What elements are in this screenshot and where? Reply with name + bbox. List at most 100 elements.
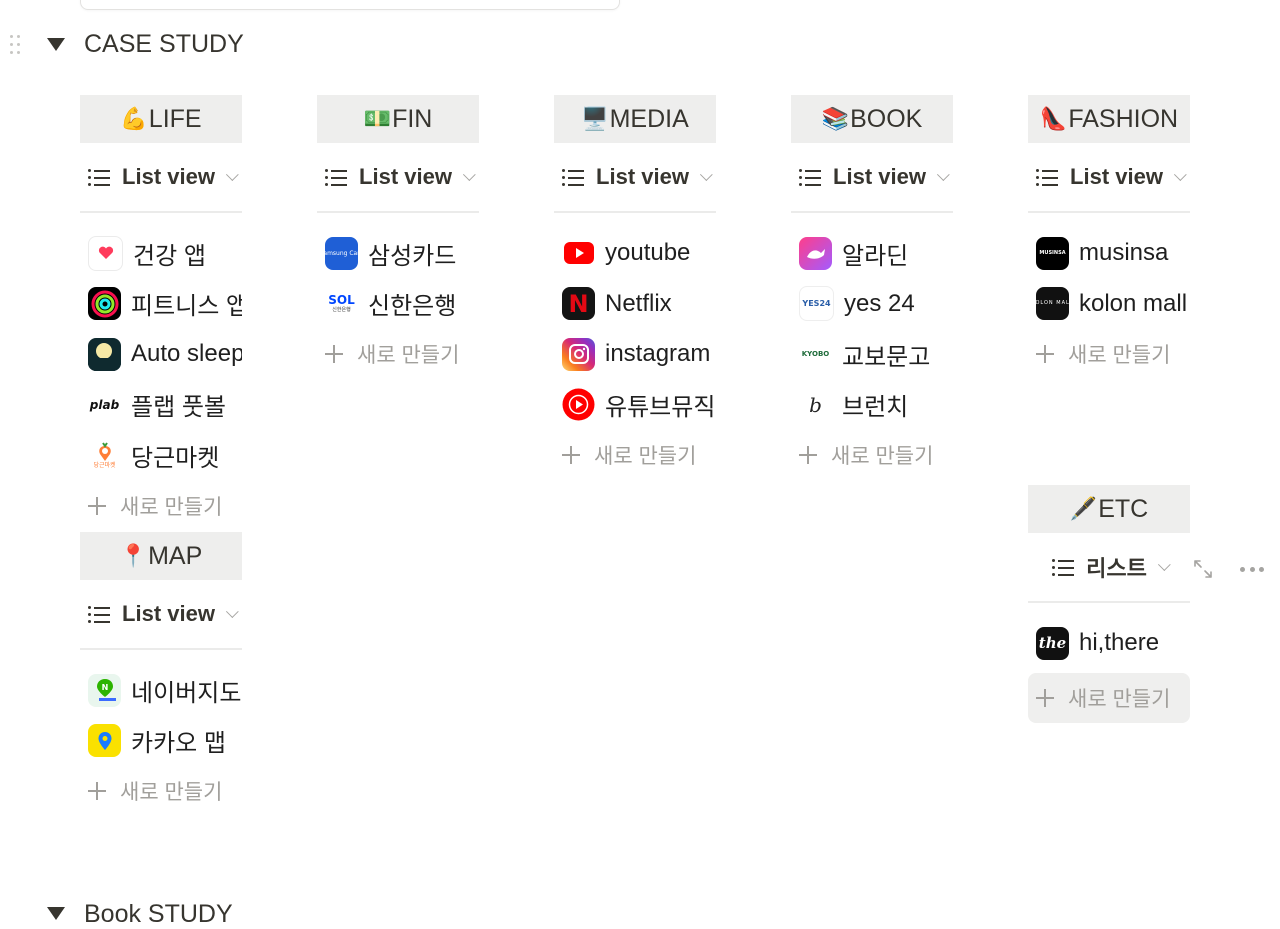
item-label: Auto sleep [131,340,242,368]
list-item-kyobo[interactable]: KYOBO 교보문고 [791,329,953,380]
chevron-down-icon [1173,167,1187,181]
board-fashion: 👠 FASHION List view MUSINSA musinsa KOLO… [1028,95,1190,379]
item-label: 카카오 맵 [131,730,226,758]
samsung-card-icon: Samsung Card [325,236,358,270]
list-item-youtube[interactable]: youtube [554,228,716,279]
item-label: 신한은행 [368,293,457,321]
view-label: List view [596,164,689,189]
fitness-app-icon [88,287,121,321]
new-item-label: 새로 만들기 [120,495,223,519]
new-item-label: 새로 만들기 [120,781,223,804]
flexed-bicep-icon: 💪 [120,106,148,131]
board-header-life[interactable]: 💪 LIFE [80,95,242,143]
list-item-brunch[interactable]: b 브런치 [791,380,953,431]
view-selector-map[interactable]: List view [80,580,242,650]
item-label: kolon mall [1079,289,1188,317]
naver-map-icon: N [88,673,121,707]
dollar-banknote-icon: 💵 [363,106,392,131]
new-item-button[interactable]: 새로 만들기 [1028,329,1190,379]
item-label: 당근마켓 [131,444,220,472]
view-label: List view [359,164,452,189]
item-label: yes 24 [844,289,915,317]
new-item-button[interactable]: 새로 만들기 [1028,672,1190,723]
board-header-fashion[interactable]: 👠 FASHION [1028,95,1190,143]
list-item-hithere[interactable]: the hi,there [1028,618,1190,669]
list-item-yes24[interactable]: YES24 yes 24 [791,279,953,330]
list-item-autosleep[interactable]: Auto sleep [80,329,242,380]
list-item-shinhan-bank[interactable]: SOL 신한은행 신한은행 [317,279,479,330]
new-item-button[interactable]: 새로 만들기 [791,430,953,480]
kyobo-icon: KYOBO [799,337,832,371]
view-label: List view [833,164,926,189]
chevron-down-icon [699,167,713,181]
list-item-carrot-market[interactable]: 당근마켓 당근마켓 [80,430,242,481]
list-view-icon [1036,168,1059,186]
top-search-box[interactable] [80,0,620,10]
plus-icon [1036,688,1054,707]
list-item-naver-map[interactable]: N 네이버지도 [80,665,242,716]
view-selector-media[interactable]: List view [554,143,716,213]
board-header-book[interactable]: 📚 BOOK [791,95,953,143]
view-selector-life[interactable]: List view [80,143,242,213]
board-map: 📍 MAP List view N 네이버지도 카카오 맵 새로 만들기 [80,532,242,816]
item-label: 건강 앱 [133,242,206,270]
expand-icon[interactable] [1192,558,1214,580]
drag-handle-icon[interactable] [8,33,24,57]
list-item-youtube-music[interactable]: 유튜브뮤직 [554,380,716,431]
board-header-etc[interactable]: 🖋️ ETC [1028,485,1190,533]
new-item-label: 새로 만들기 [1068,344,1171,367]
shinhan-sol-icon-text: SOL [328,293,355,308]
section-title-book-study: Book STUDY [84,900,233,928]
board-header-media[interactable]: 🖥️ MEDIA [554,95,716,143]
list-view-icon [562,168,585,186]
board-title: ETC [1098,494,1149,523]
item-label: 브런치 [842,394,909,422]
new-item-label: 새로 만들기 [831,445,934,468]
view-selector-fin[interactable]: List view [317,143,479,213]
list-view-icon [88,605,111,623]
new-item-label: 새로 만들기 [357,344,460,367]
list-item-musinsa[interactable]: MUSINSA musinsa [1028,228,1190,279]
list-item-health-app[interactable]: 건강 앱 [80,228,242,279]
list-item-plab[interactable]: plab 플랩 풋볼 [80,380,242,431]
board-header-fin[interactable]: 💵 FIN [317,95,479,143]
item-label: 알라딘 [842,242,909,270]
kolon-mall-icon: KOLON MALL [1036,287,1069,321]
list-item-fitness-app[interactable]: 피트니스 앱 [80,279,242,330]
high-heel-icon: 👠 [1039,106,1068,131]
plus-icon [1036,345,1054,363]
view-selector-book[interactable]: List view [791,143,953,213]
list-item-instagram[interactable]: instagram [554,329,716,380]
plus-icon [88,496,106,515]
chevron-down-icon [225,167,239,181]
list-item-kolon-mall[interactable]: KOLON MALL kolon mall [1028,279,1190,330]
plus-icon [562,446,580,464]
new-item-button[interactable]: 새로 만들기 [554,430,716,480]
new-item-button[interactable]: 새로 만들기 [80,481,242,531]
youtube-music-icon [562,388,595,422]
kakao-map-icon [88,724,121,758]
toggle-caret-icon[interactable] [47,907,65,920]
new-item-button[interactable]: 새로 만들기 [317,329,479,379]
more-options-icon[interactable] [1240,567,1264,573]
list-item-aladin[interactable]: 알라딘 [791,228,953,279]
chevron-down-icon [1157,557,1171,571]
list-item-netflix[interactable]: N Netflix [554,279,716,330]
health-app-icon [88,235,123,271]
view-selector-etc[interactable]: 리스트 [1028,533,1190,603]
youtube-icon [562,236,595,270]
list-item-samsung-card[interactable]: Samsung Card 삼성카드 [317,228,479,279]
toggle-caret-icon[interactable] [47,38,65,51]
board-fin: 💵 FIN List view Samsung Card 삼성카드 SOL 신한… [317,95,479,379]
books-icon: 📚 [821,106,850,131]
new-item-button[interactable]: 새로 만들기 [80,766,242,816]
plus-icon [799,446,817,464]
list-item-kakao-map[interactable]: 카카오 맵 [80,716,242,767]
view-label: List view [1070,164,1163,189]
board-media: 🖥️ MEDIA List view youtube N Netflix ins… [554,95,716,480]
section-title-case-study: CASE STUDY [84,30,244,58]
board-title: LIFE [148,104,202,133]
view-selector-fashion[interactable]: List view [1028,143,1190,213]
board-header-map[interactable]: 📍 MAP [80,532,242,580]
item-label: 교보문고 [842,343,931,371]
